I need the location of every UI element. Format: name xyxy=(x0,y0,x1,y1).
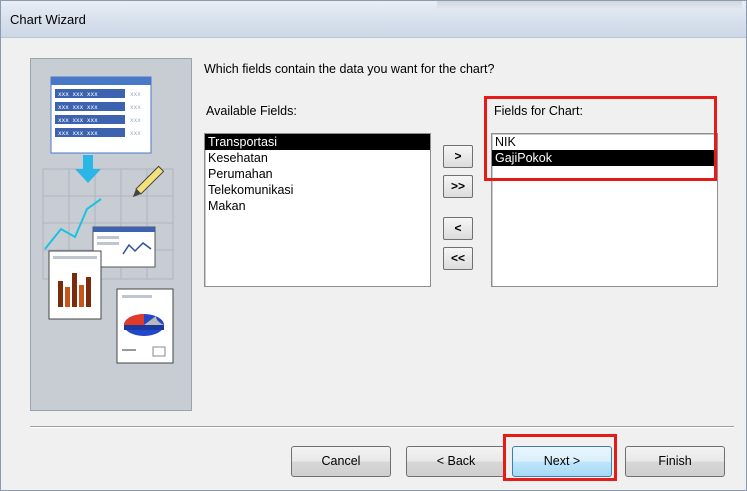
svg-text:xxx xxx xxx: xxx xxx xxx xyxy=(58,130,98,137)
chart-fields-highlight xyxy=(484,96,717,181)
svg-text:xxx: xxx xyxy=(130,117,141,124)
back-button[interactable]: < Back xyxy=(406,446,506,477)
list-item[interactable]: Telekomunikasi xyxy=(205,182,430,198)
list-item[interactable]: Transportasi xyxy=(205,134,430,150)
remove-field-button[interactable]: < xyxy=(443,217,473,240)
finish-button[interactable]: Finish xyxy=(625,446,725,477)
list-item[interactable]: Perumahan xyxy=(205,166,430,182)
divider xyxy=(30,426,734,428)
title-bar-gloss xyxy=(437,1,742,9)
chart-wizard-window: Chart Wizard xxx xxx xxx xxx xxx xxx xxx… xyxy=(0,0,747,491)
list-item[interactable]: Makan xyxy=(205,198,430,214)
cancel-button[interactable]: Cancel xyxy=(291,446,391,477)
dialog-body: xxx xxx xxx xxx xxx xxx xxx xxx xxx xxx xx… xyxy=(13,41,736,485)
svg-text:xxx xxx xxx: xxx xxx xxx xyxy=(58,117,98,124)
list-item[interactable]: Kesehatan xyxy=(205,150,430,166)
svg-text:xxx: xxx xyxy=(130,130,141,137)
window-title: Chart Wizard xyxy=(10,12,86,27)
next-button-highlight xyxy=(503,434,617,481)
wizard-graphic-icon: xxx xxx xxx xxx xxx xxx xxx xxx xxx xxx xx… xyxy=(42,76,174,364)
title-bar[interactable]: Chart Wizard xyxy=(1,1,746,38)
remove-all-fields-button[interactable]: << xyxy=(443,247,473,270)
chart-wizard-illustration: xxx xxx xxx xxx xxx xxx xxx xxx xxx xxx xx… xyxy=(30,58,192,411)
wizard-prompt: Which fields contain the data you want f… xyxy=(204,62,495,76)
available-fields-label: Available Fields: xyxy=(206,104,297,118)
available-fields-list[interactable]: Transportasi Kesehatan Perumahan Telekom… xyxy=(204,133,431,287)
svg-text:xxx: xxx xyxy=(130,91,141,98)
svg-text:xxx xxx xxx: xxx xxx xxx xyxy=(58,91,98,98)
add-all-fields-button[interactable]: >> xyxy=(443,175,473,198)
svg-text:xxx: xxx xyxy=(130,104,141,111)
svg-text:xxx xxx xxx: xxx xxx xxx xyxy=(58,104,98,111)
add-field-button[interactable]: > xyxy=(443,145,473,168)
